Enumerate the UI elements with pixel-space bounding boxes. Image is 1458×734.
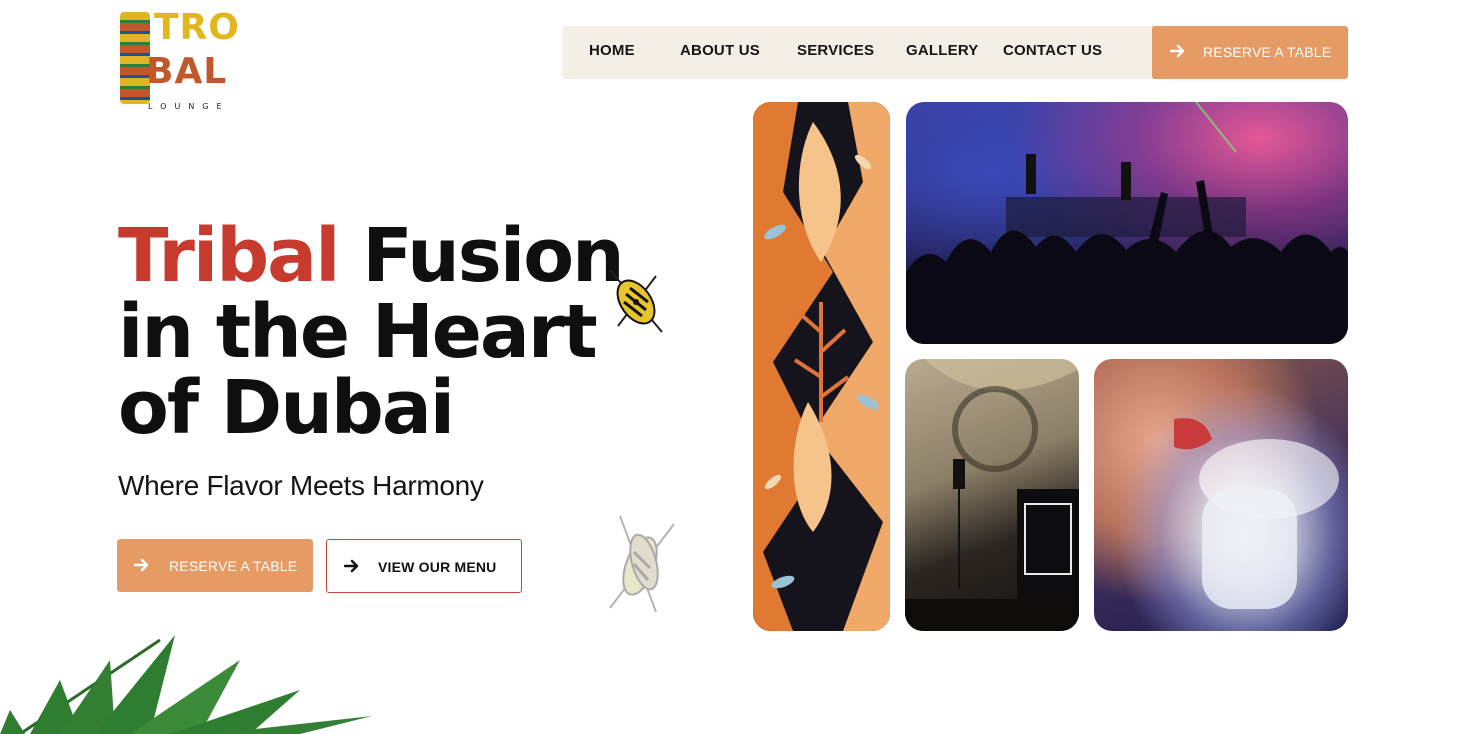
nav-services[interactable]: SERVICES [797,26,874,79]
smoke-art [1174,418,1339,609]
nav-about-us[interactable]: ABOUT US [680,26,760,79]
reserve-table-button[interactable]: RESERVE A TABLE [117,539,313,592]
hookah-smoke-image [1094,359,1348,631]
tribal-shield-icon [609,269,663,333]
hero-title-rest: Fusion [338,213,625,299]
nav-reserve-table-label: RESERVE A TABLE [1203,44,1332,60]
brand-logo[interactable]: TRO BAL LOUNGE [118,6,239,114]
hero-title-accent: Tribal [118,213,340,299]
main-nav: HOME ABOUT US SERVICES GALLERY CONTACT U… [562,26,1158,79]
view-menu-label: VIEW OUR MENU [378,559,497,575]
hero-subtitle: Where Flavor Meets Harmony [118,470,484,501]
lounge-interior-art [905,359,1079,631]
hero-title-line3: of Dubai [118,365,455,451]
nav-contact-us[interactable]: CONTACT US [1003,26,1102,79]
palm-leaf-decoration [0,635,372,734]
logo-text-top: TRO [154,7,240,48]
logo-text-bottom: BAL [146,51,228,92]
tribal-pattern-art [753,102,890,631]
nav-gallery[interactable]: GALLERY [906,26,979,79]
lounge-interior-image [905,359,1079,631]
nav-home[interactable]: HOME [589,26,635,79]
hero-title: Tribal Fusion in the Heart of Dubai [118,218,638,446]
hero-title-line2: in the Heart [118,289,598,375]
tribal-pattern-image [753,102,890,631]
arrow-right-icon [134,558,149,572]
logo-subtitle: LOUNGE [148,102,230,111]
concert-crowd-image [906,102,1348,344]
tribal-shield-icon [609,515,675,613]
view-menu-button[interactable]: VIEW OUR MENU [326,539,522,593]
arrow-right-icon [1170,44,1185,58]
nav-reserve-table-button[interactable]: RESERVE A TABLE [1152,26,1348,79]
crowd-silhouette [906,102,1348,344]
arrow-right-icon [344,559,359,573]
reserve-table-label: RESERVE A TABLE [169,558,298,574]
